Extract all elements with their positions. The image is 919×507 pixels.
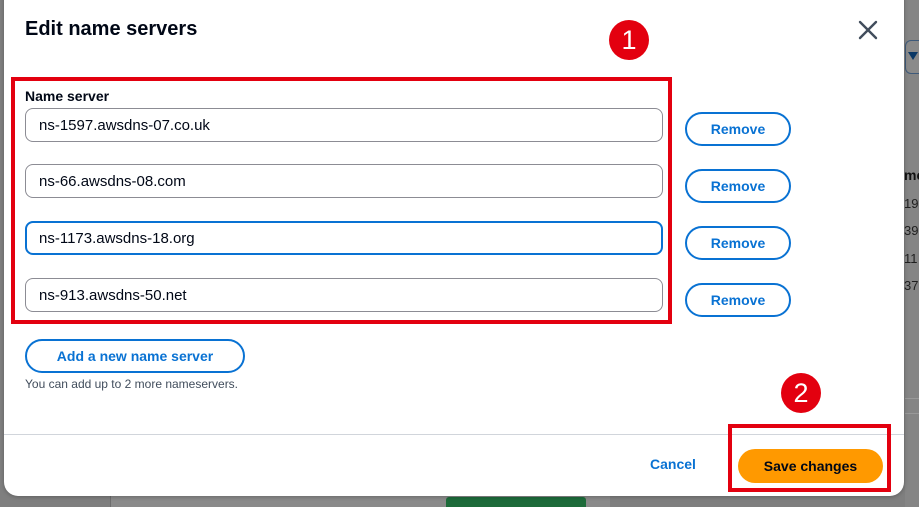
background-cell: 11 [904,251,918,266]
annotation-box-1 [11,77,672,324]
close-icon [858,20,878,40]
background-divider [905,413,919,414]
name-server-limit-hint: You can add up to 2 more nameservers. [25,377,239,391]
close-button[interactable] [856,18,880,42]
remove-button-2[interactable]: Remove [685,169,791,203]
remove-button-4[interactable]: Remove [685,283,791,317]
modal-title: Edit name servers [25,18,198,40]
cancel-button[interactable]: Cancel [650,456,696,472]
background-cell: 19 [904,196,919,211]
add-name-server-button[interactable]: Add a new name server [25,339,245,373]
annotation-box-2 [728,424,891,492]
background-cell: 37 [904,278,919,293]
background-green-element [446,497,586,507]
background-column-header: me [904,167,919,183]
background-divider [905,398,919,399]
annotation-badge-1: 1 [609,20,649,60]
background-cell: 39 [904,223,919,238]
remove-button-1[interactable]: Remove [685,112,791,146]
caret-down-icon [908,52,918,60]
annotation-badge-2: 2 [781,373,821,413]
remove-button-3[interactable]: Remove [685,226,791,260]
